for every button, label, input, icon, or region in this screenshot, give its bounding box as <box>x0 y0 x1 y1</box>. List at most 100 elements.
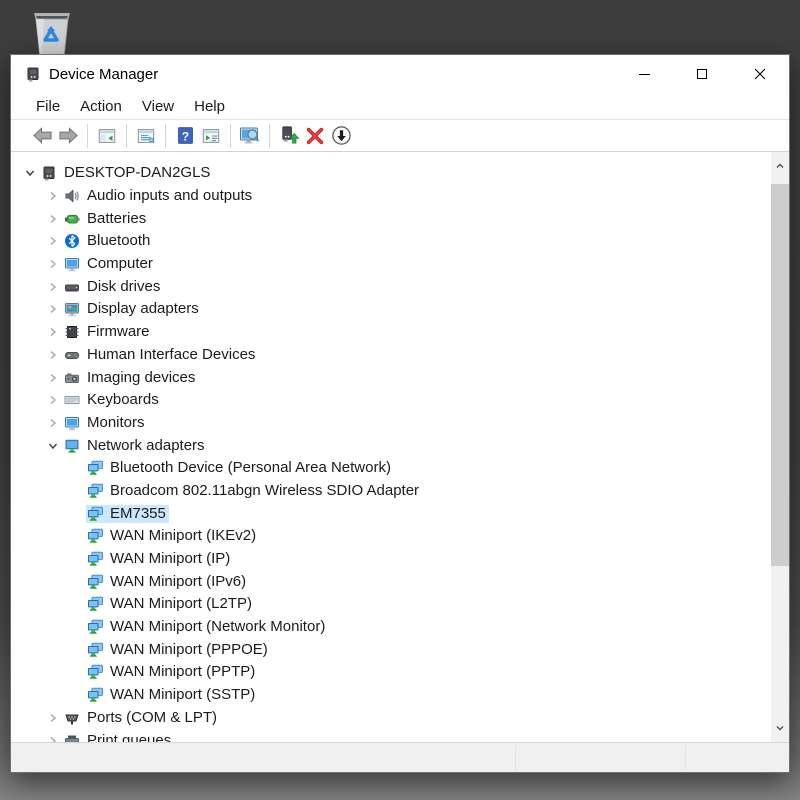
show-console-tree-button[interactable] <box>94 123 120 149</box>
chevron-right-icon[interactable] <box>46 257 60 271</box>
chevron-right-icon[interactable] <box>46 371 60 385</box>
chevron-spacer <box>69 529 83 543</box>
tree-item-label: Monitors <box>87 415 145 431</box>
minimize-icon <box>639 74 650 75</box>
tree-item-bluetooth[interactable]: Bluetooth <box>11 230 771 253</box>
network-adapter-icon <box>87 483 103 499</box>
tree-item-broadcom-wireless-sdio[interactable]: Broadcom 802.11abgn Wireless SDIO Adapte… <box>11 480 771 503</box>
menu-file[interactable]: File <box>26 96 70 117</box>
toolbar-separator <box>230 124 231 148</box>
battery-icon <box>64 211 80 227</box>
tree-item-label: Bluetooth Device (Personal Area Network) <box>110 460 391 476</box>
chevron-down-icon[interactable] <box>46 439 60 453</box>
toolbar <box>11 119 789 152</box>
tree-item-keyboards[interactable]: Keyboards <box>11 389 771 412</box>
tree-item-wan-miniport-pppoe[interactable]: WAN Miniport (PPPOE) <box>11 638 771 661</box>
forward-button[interactable] <box>55 123 81 149</box>
chevron-spacer <box>69 484 83 498</box>
chevron-right-icon[interactable] <box>46 280 60 294</box>
network-adapter-icon <box>87 574 103 590</box>
tree-item-batteries[interactable]: Batteries <box>11 207 771 230</box>
tree-item-wan-miniport-l2tp[interactable]: WAN Miniport (L2TP) <box>11 593 771 616</box>
disable-device-button[interactable] <box>328 123 354 149</box>
tree-item-label: EM7355 <box>110 506 166 522</box>
tree-item-computer[interactable]: Computer <box>11 253 771 276</box>
tree-item-label: WAN Miniport (Network Monitor) <box>110 619 325 635</box>
tree-item-desktop-dan2gls[interactable]: DESKTOP-DAN2GLS <box>11 162 771 185</box>
chevron-right-icon[interactable] <box>46 212 60 226</box>
selected-highlight: EM7355 <box>86 505 169 523</box>
tree-item-label: WAN Miniport (IP) <box>110 551 230 567</box>
tree-item-ports-com-lpt[interactable]: Ports (COM & LPT) <box>11 707 771 730</box>
uninstall-device-button[interactable] <box>302 123 328 149</box>
tree-item-wan-miniport-sstp[interactable]: WAN Miniport (SSTP) <box>11 684 771 707</box>
tree-item-firmware[interactable]: Firmware <box>11 321 771 344</box>
tree-item-label: WAN Miniport (PPPOE) <box>110 642 268 658</box>
chevron-right-icon[interactable] <box>46 189 60 203</box>
menu-bar: File Action View Help <box>11 93 789 119</box>
network-adapter-icon <box>87 551 103 567</box>
chevron-right-icon[interactable] <box>46 416 60 430</box>
device-manager-window: Device Manager File Action View Help <box>10 54 790 773</box>
menu-help[interactable]: Help <box>184 96 235 117</box>
chevron-right-icon[interactable] <box>46 393 60 407</box>
chevron-spacer <box>69 665 83 679</box>
update-driver-button[interactable] <box>276 123 302 149</box>
close-button[interactable] <box>731 55 789 93</box>
tree-item-wan-miniport-ipv6[interactable]: WAN Miniport (IPv6) <box>11 570 771 593</box>
tree-item-disk-drives[interactable]: Disk drives <box>11 275 771 298</box>
tree-item-wan-miniport-pptp[interactable]: WAN Miniport (PPTP) <box>11 661 771 684</box>
title-bar[interactable]: Device Manager <box>11 55 789 93</box>
chevron-right-icon[interactable] <box>46 348 60 362</box>
tree-item-label: WAN Miniport (IKEv2) <box>110 528 256 544</box>
tree-item-label: Batteries <box>87 211 146 227</box>
chevron-spacer <box>69 597 83 611</box>
maximize-button[interactable] <box>673 55 731 93</box>
network-adapter-icon <box>87 664 103 680</box>
tree-item-wan-miniport-ip[interactable]: WAN Miniport (IP) <box>11 548 771 571</box>
tree-item-bluetooth-device-pan[interactable]: Bluetooth Device (Personal Area Network) <box>11 457 771 480</box>
tree-item-monitors[interactable]: Monitors <box>11 412 771 435</box>
tree-item-imaging-devices[interactable]: Imaging devices <box>11 366 771 389</box>
tree-item-audio-inputs-and-outputs[interactable]: Audio inputs and outputs <box>11 185 771 208</box>
network-adapter-icon <box>87 506 103 522</box>
menu-action[interactable]: Action <box>70 96 132 117</box>
tree-item-wan-miniport-ikev2[interactable]: WAN Miniport (IKEv2) <box>11 525 771 548</box>
scrollbar-thumb[interactable] <box>771 184 789 566</box>
tree-item-wan-miniport-network-monitor[interactable]: WAN Miniport (Network Monitor) <box>11 616 771 639</box>
display-adapter-icon <box>64 301 80 317</box>
update-driver-icon <box>279 125 300 146</box>
chevron-right-icon[interactable] <box>46 325 60 339</box>
network-adapter-icon <box>87 687 103 703</box>
scroll-up-button[interactable] <box>771 152 789 180</box>
window-title: Device Manager <box>49 66 158 83</box>
properties-button[interactable] <box>133 123 159 149</box>
tree-item-display-adapters[interactable]: Display adapters <box>11 298 771 321</box>
tree-item-human-interface-devices[interactable]: Human Interface Devices <box>11 344 771 367</box>
help-button[interactable] <box>172 123 198 149</box>
device-tree: DESKTOP-DAN2GLS Audio inputs and outputs… <box>11 162 771 742</box>
show-action-pane-button[interactable] <box>198 123 224 149</box>
recycle-bin-icon[interactable] <box>26 4 78 58</box>
minimize-button[interactable] <box>615 55 673 93</box>
scan-hardware-changes-button[interactable] <box>237 123 263 149</box>
tree-item-network-adapters[interactable]: Network adapters <box>11 434 771 457</box>
firmware-chip-icon <box>64 324 80 340</box>
chevron-right-icon[interactable] <box>46 711 60 725</box>
vertical-scrollbar[interactable] <box>771 152 789 742</box>
menu-view[interactable]: View <box>132 96 184 117</box>
tree-item-label: Computer <box>87 256 153 272</box>
chevron-right-icon[interactable] <box>46 302 60 316</box>
chevron-right-icon[interactable] <box>46 734 60 742</box>
chevron-spacer <box>69 461 83 475</box>
status-separator <box>515 745 516 770</box>
back-button[interactable] <box>29 123 55 149</box>
tree-item-print-queues[interactable]: Print queues <box>11 729 771 742</box>
tree-item-em7355[interactable]: EM7355 <box>11 502 771 525</box>
network-adapter-icon <box>87 528 103 544</box>
device-tree-panel: DESKTOP-DAN2GLS Audio inputs and outputs… <box>11 152 789 742</box>
disable-device-icon <box>331 125 352 146</box>
scroll-down-button[interactable] <box>771 714 789 742</box>
chevron-right-icon[interactable] <box>46 234 60 248</box>
chevron-down-icon[interactable] <box>23 166 37 180</box>
